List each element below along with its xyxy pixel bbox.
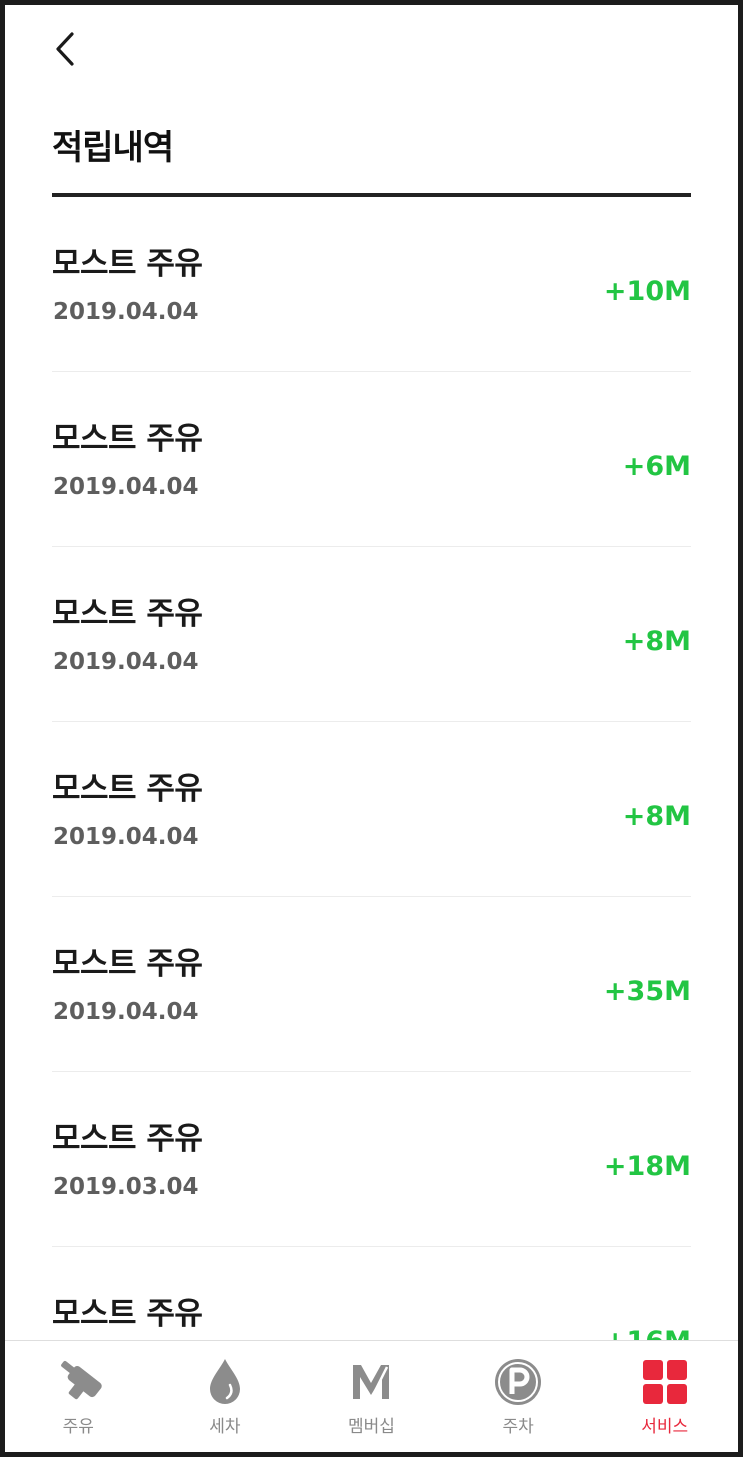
tab-fuel-label: 주유	[62, 1417, 94, 1437]
membership-m-icon	[344, 1355, 398, 1409]
history-title: 모스트 주유	[52, 771, 203, 807]
parking-icon	[491, 1355, 545, 1409]
tab-parking[interactable]: 주차	[445, 1341, 592, 1452]
tab-fuel[interactable]: 주유	[5, 1341, 152, 1452]
fuel-nozzle-icon	[51, 1355, 105, 1409]
history-title: 모스트 주유	[52, 596, 203, 632]
history-amount: +10M	[603, 276, 691, 307]
history-date: 2019.03.04	[53, 1174, 199, 1200]
app-screen: 적립내역 모스트 주유 2019.04.04 +10M 모스트 주유 2019.…	[5, 5, 738, 1452]
tab-service[interactable]: 서비스	[591, 1341, 738, 1452]
page-title: 적립내역	[52, 128, 174, 168]
history-amount: +35M	[603, 976, 691, 1007]
back-button[interactable]	[45, 27, 85, 71]
grid-icon	[638, 1355, 692, 1409]
water-drop-icon	[198, 1355, 252, 1409]
history-date: 2019.04.04	[53, 649, 199, 675]
history-title: 모스트 주유	[52, 1296, 203, 1332]
history-row[interactable]: 모스트 주유 2019.04.04 +10M	[52, 197, 691, 372]
history-amount: +18M	[603, 1151, 691, 1182]
history-date: 2019.04.04	[53, 474, 199, 500]
history-row[interactable]: 모스트 주유 +16M	[52, 1247, 691, 1342]
point-history-list[interactable]: 모스트 주유 2019.04.04 +10M 모스트 주유 2019.04.04…	[52, 197, 691, 1341]
tab-membership-label: 멤버십	[348, 1417, 395, 1437]
history-row[interactable]: 모스트 주유 2019.04.04 +8M	[52, 547, 691, 722]
history-date: 2019.04.04	[53, 299, 199, 325]
history-date: 2019.04.04	[53, 824, 199, 850]
history-date: 2019.04.04	[53, 999, 199, 1025]
tab-carwash[interactable]: 세차	[152, 1341, 299, 1452]
tab-service-label: 서비스	[641, 1417, 689, 1437]
history-amount: +6M	[622, 451, 691, 482]
history-amount: +8M	[622, 626, 691, 657]
history-row[interactable]: 모스트 주유 2019.04.04 +6M	[52, 372, 691, 547]
history-title: 모스트 주유	[52, 421, 203, 457]
history-row[interactable]: 모스트 주유 2019.04.04 +8M	[52, 722, 691, 897]
history-row[interactable]: 모스트 주유 2019.04.04 +35M	[52, 897, 691, 1072]
history-title: 모스트 주유	[52, 246, 203, 282]
history-amount: +8M	[622, 801, 691, 832]
history-title: 모스트 주유	[52, 1121, 203, 1157]
history-row[interactable]: 모스트 주유 2019.03.04 +18M	[52, 1072, 691, 1247]
tab-parking-label: 주차	[502, 1417, 534, 1437]
bottom-tab-bar: 주유 세차 멤버십 주차 서비스	[5, 1340, 738, 1452]
chevron-left-icon	[56, 32, 74, 66]
tab-membership[interactable]: 멤버십	[298, 1341, 445, 1452]
history-title: 모스트 주유	[52, 946, 203, 982]
tab-carwash-label: 세차	[209, 1417, 241, 1437]
